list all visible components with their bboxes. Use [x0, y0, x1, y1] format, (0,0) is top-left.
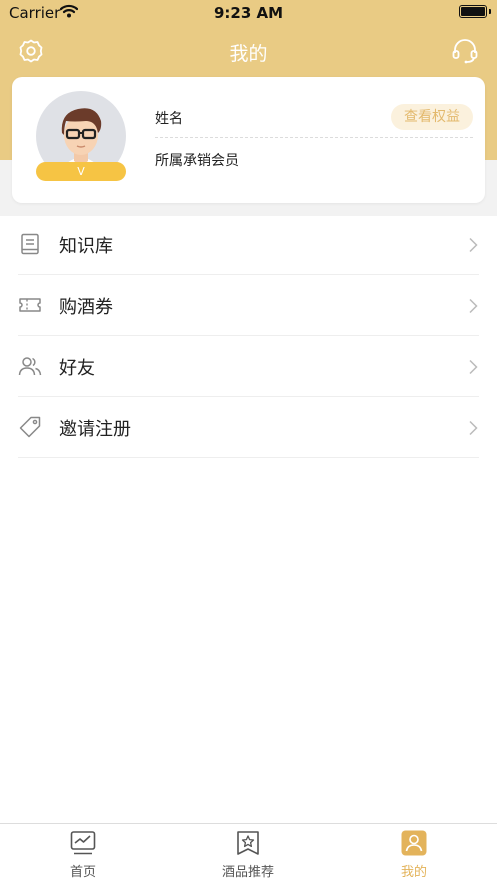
menu-item-label: 知识库 — [59, 236, 113, 257]
menu-item-label: 好友 — [59, 358, 95, 379]
tab-mine[interactable]: 我的 — [331, 824, 497, 883]
customer-service-button[interactable] — [451, 38, 479, 64]
star-bookmark-icon — [237, 831, 259, 855]
divider — [155, 137, 473, 138]
friends-icon — [18, 357, 42, 376]
tab-wine-recommend[interactable]: 酒品推荐 — [165, 824, 331, 883]
menu-item-friends[interactable]: 好友 — [0, 336, 497, 397]
chevron-right-icon — [469, 237, 478, 253]
chart-monitor-icon — [70, 831, 96, 855]
user-icon — [401, 830, 427, 856]
ticket-icon — [19, 298, 41, 312]
menu-item-label: 购酒券 — [59, 297, 113, 318]
menu-item-invite-register[interactable]: 邀请注册 — [0, 397, 497, 458]
member-affiliation: 所属承销会员 — [155, 153, 239, 169]
profile-card: V 姓名 查看权益 所属承销会员 — [12, 77, 485, 203]
user-name: 姓名 — [155, 111, 183, 127]
page-title: 我的 — [229, 43, 268, 65]
battery-icon — [459, 5, 487, 18]
tab-home[interactable]: 首页 — [0, 824, 166, 883]
menu-item-knowledge-base[interactable]: 知识库 — [0, 214, 497, 275]
status-bar: Carrier 9:23 AM — [0, 0, 497, 26]
book-icon — [21, 233, 39, 255]
tab-label: 酒品推荐 — [221, 865, 274, 880]
status-time: 9:23 AM — [213, 4, 284, 22]
nav-bar: 我的 — [0, 30, 497, 72]
view-benefits-button[interactable]: 查看权益 — [391, 104, 473, 130]
battery-tip — [489, 9, 491, 14]
vip-badge: V — [36, 162, 126, 181]
chevron-right-icon — [469, 298, 478, 314]
tab-label: 我的 — [400, 865, 427, 880]
headset-icon — [452, 39, 478, 64]
tab-label: 首页 — [69, 865, 96, 880]
menu-list: 知识库 购酒券 好友 邀请注册 — [0, 214, 497, 458]
menu-item-wine-voucher[interactable]: 购酒券 — [0, 275, 497, 336]
tag-icon — [19, 416, 41, 438]
tab-bar: 首页 酒品推荐 我的 — [0, 823, 497, 883]
chevron-right-icon — [469, 359, 478, 375]
menu-item-label: 邀请注册 — [59, 419, 131, 440]
chevron-right-icon — [469, 420, 478, 436]
